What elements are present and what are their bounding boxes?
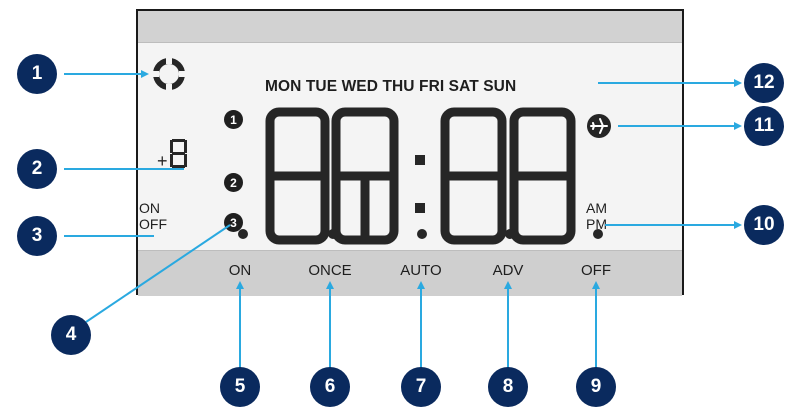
colon-separator xyxy=(415,155,425,213)
callout-9: 9 xyxy=(576,367,616,407)
ring-icon xyxy=(153,58,185,90)
callout-7: 7 xyxy=(401,367,441,407)
callout-5: 5 xyxy=(220,367,260,407)
callout-4: 4 xyxy=(51,315,91,355)
callout-8: 8 xyxy=(488,367,528,407)
diagram-graphics: + xyxy=(64,58,742,387)
callout-6: 6 xyxy=(310,367,350,407)
arrow-4 xyxy=(85,224,231,323)
minute-tens-digit xyxy=(440,107,507,245)
callout-2: 2 xyxy=(17,149,57,189)
callout-10: 10 xyxy=(744,205,784,245)
airplane-icon xyxy=(587,114,611,138)
minute-ones-digit xyxy=(509,107,576,245)
offset-indicator: + xyxy=(157,139,187,171)
callout-12: 12 xyxy=(744,63,784,103)
hour-tens-digit xyxy=(265,107,330,245)
callout-3: 3 xyxy=(17,216,57,256)
callout-arrows xyxy=(64,70,742,387)
clock-digits xyxy=(265,107,576,245)
hour-ones-digit xyxy=(331,107,399,245)
callout-11: 11 xyxy=(744,106,784,146)
callout-1: 1 xyxy=(17,54,57,94)
timer-diagram: MON TUE WED THU FRI SAT SUN ON OFF AM PM… xyxy=(0,0,808,414)
